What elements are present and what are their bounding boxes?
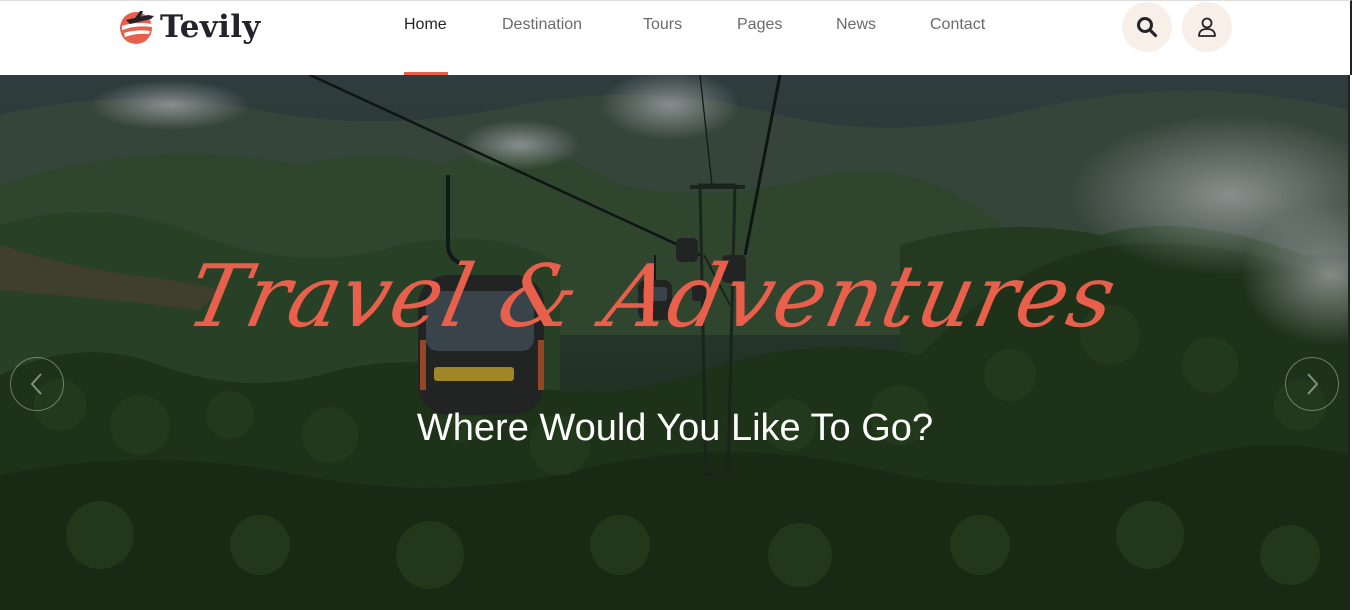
slider-next-button[interactable] [1285,357,1339,411]
nav-tours[interactable]: Tours [643,16,682,34]
account-button[interactable] [1182,2,1232,52]
brand-logo[interactable]: Tevily [118,7,261,47]
chevron-right-icon [1307,373,1319,395]
user-icon [1198,17,1216,37]
nav-contact[interactable]: Contact [930,16,985,34]
search-button[interactable] [1122,2,1172,52]
plane-logo-icon [120,11,154,44]
hero-slider: Travel & Adventures Where Would You Like… [0,75,1350,610]
nav-destination[interactable]: Destination [502,16,582,34]
brand-name: Tevily [160,9,261,45]
nav-home[interactable]: Home [404,16,447,34]
site-header: Tevily Home Destination Tours Pages News… [0,0,1352,75]
nav-news[interactable]: News [836,16,876,34]
hero-subtitle: Where Would You Like To Go? [416,407,934,449]
hero-script-title: Travel & Adventures [178,247,1126,347]
chevron-left-icon [30,373,42,395]
slider-prev-button[interactable] [10,357,64,411]
search-icon [1137,17,1158,38]
nav-pages[interactable]: Pages [737,16,782,34]
